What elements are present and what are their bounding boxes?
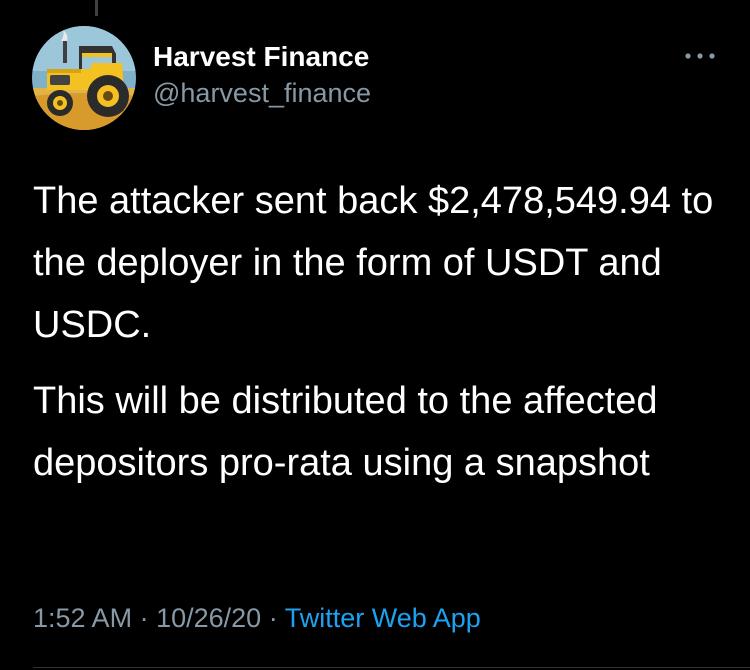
tweet-paragraph: This will be distributed to the affected… — [33, 380, 658, 484]
divider — [33, 667, 750, 668]
thread-connector-line — [95, 0, 98, 16]
tweet-body: The attacker sent back $2,478,549.94 to … — [33, 170, 723, 494]
tweet-paragraph: The attacker sent back $2,478,549.94 to … — [33, 180, 714, 346]
author-display-name[interactable]: Harvest Finance — [153, 41, 369, 73]
tweet-source-link[interactable]: Twitter Web App — [285, 603, 481, 633]
tweet-meta: 1:52 AM · 10/26/20 · Twitter Web App — [33, 603, 481, 634]
tweet-time[interactable]: 1:52 AM — [33, 603, 132, 633]
meta-separator: · — [139, 603, 149, 633]
avatar[interactable] — [32, 26, 136, 130]
tweet-date[interactable]: 10/26/20 — [156, 603, 261, 633]
tractor-icon — [32, 26, 136, 130]
more-horizontal-icon[interactable] — [683, 48, 717, 64]
author-handle[interactable]: @harvest_finance — [153, 78, 371, 109]
meta-separator: · — [268, 603, 278, 633]
